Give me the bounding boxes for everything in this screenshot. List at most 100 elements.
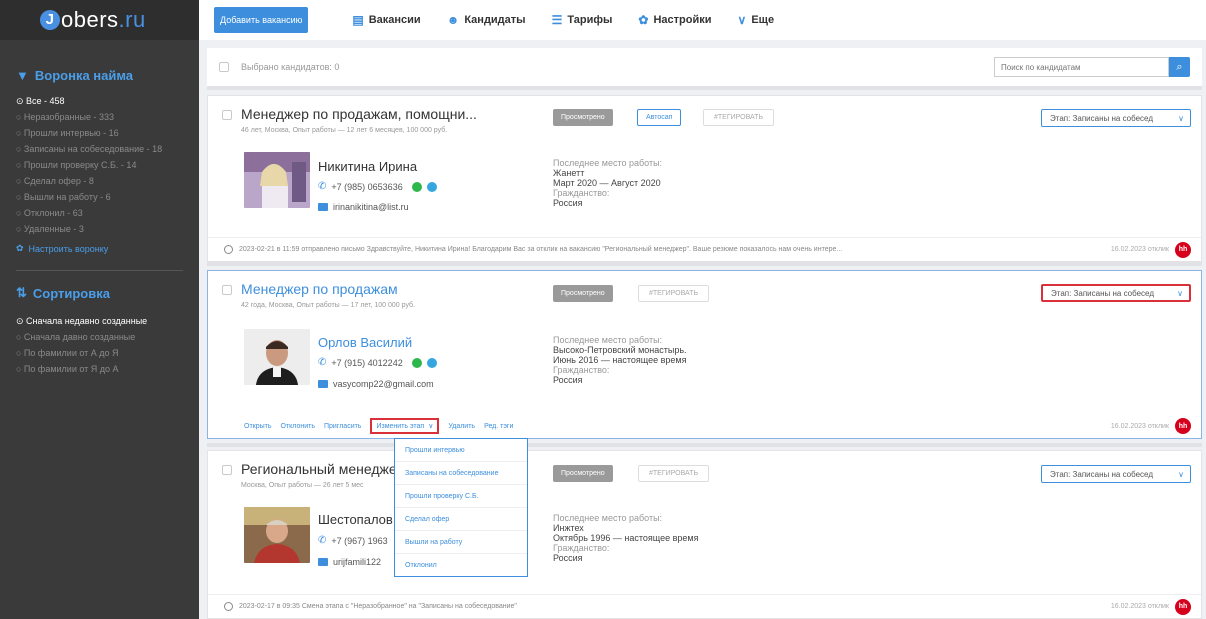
stage-option-scheduled[interactable]: Записаны на собеседование <box>395 462 527 485</box>
stage-option-rejected[interactable]: Отклонил <box>395 554 527 577</box>
chevron-down-icon: ∨ <box>737 13 747 27</box>
vacancy-title[interactable]: Менеджер по продажам, помощни... <box>241 106 477 122</box>
candidate-checkbox[interactable] <box>222 110 232 120</box>
sort-item-oldest[interactable]: ○ Сначала давно созданные <box>16 329 183 345</box>
funnel-item-hired[interactable]: ○ Вышли на работу - 6 <box>16 189 183 205</box>
tag-button[interactable]: #ТЕГИРОВАТЬ <box>638 285 710 302</box>
candidate-name[interactable]: Никитина Ирина <box>318 159 417 174</box>
funnel-item-deleted[interactable]: ○ Удаленные - 3 <box>16 221 183 237</box>
whatsapp-icon[interactable] <box>411 181 422 192</box>
add-vacancy-button[interactable]: Добавить вакансию <box>214 7 309 33</box>
stage-select-value: Этап: Записаны на собесед <box>1050 113 1153 123</box>
stage-option-hired[interactable]: Вышли на работу <box>395 531 527 554</box>
last-event: 2023-02-17 в 09:35 Смена этапа с "Неразо… <box>239 603 517 610</box>
phone-value: +7 (985) 0653636 <box>331 181 403 192</box>
funnel-item-interview[interactable]: ○ Прошли интервью - 16 <box>16 125 183 141</box>
last-work: Последнее место работы: Жанетт Март 2020… <box>553 158 662 208</box>
setup-funnel-label: Настроить воронку <box>28 243 109 254</box>
search-input[interactable] <box>994 57 1169 77</box>
funnel-item-security[interactable]: ○ Прошли проверку С.Б. - 14 <box>16 157 183 173</box>
funnel-item-scheduled[interactable]: ○ Записаны на собеседование - 18 <box>16 141 183 157</box>
sort-item-newest[interactable]: ⊙ Сначала недавно созданные <box>16 313 183 329</box>
hh-icon[interactable]: hh <box>1175 598 1191 615</box>
stage-option-offer[interactable]: Сделал офер <box>395 508 527 531</box>
work-period: Июнь 2016 — настоящее время <box>553 355 687 365</box>
candidate-name[interactable]: Орлов Василий <box>318 335 412 350</box>
sort-item-az[interactable]: ○ По фамилии от А до Я <box>16 345 183 361</box>
sort-list: ⊙ Сначала недавно созданные ○ Сначала да… <box>16 313 183 377</box>
sort-item-za[interactable]: ○ По фамилии от Я до А <box>16 361 183 377</box>
email-value[interactable]: irinanikitina@list.ru <box>333 202 409 212</box>
setup-funnel-link[interactable]: ✿ Настроить воронку <box>16 243 183 254</box>
funnel-item-rejected[interactable]: ○ Отклонил - 63 <box>16 205 183 221</box>
tag-button[interactable]: #ТЕГИРОВАТЬ <box>703 109 775 126</box>
candidate-phone: ✆ +7 (985) 0653636 <box>318 181 437 192</box>
candidate-checkbox[interactable] <box>222 285 232 295</box>
sort-icon: ⇅ <box>16 285 27 300</box>
citizen-value: Россия <box>553 553 583 563</box>
nav-more-label: Еще <box>751 14 775 26</box>
nav-tariffs[interactable]: ☰ Тарифы <box>552 13 613 27</box>
stage-option-interview[interactable]: Прошли интервью <box>395 439 527 462</box>
nav-candidates[interactable]: ☻ Кандидаты <box>447 13 526 27</box>
candidate-summary: 42 года, Москва, Опыт работы — 17 лет, 1… <box>241 302 415 309</box>
funnel-item-offer[interactable]: ○ Сделал офер - 8 <box>16 173 183 189</box>
hh-icon[interactable]: hh <box>1175 241 1191 258</box>
citizen-label: Гражданство: <box>553 365 610 375</box>
reject-link[interactable]: Отклонить <box>281 423 315 430</box>
email-value[interactable]: vasycomp22@gmail.com <box>333 379 434 389</box>
candidate-name[interactable]: Шестопалов <box>318 512 393 527</box>
chevron-down-icon: ∨ <box>1178 469 1184 479</box>
candidate-email: vasycomp22@gmail.com <box>318 379 434 389</box>
logo-mark: J <box>40 10 60 30</box>
topbar: Добавить вакансию ▤ Вакансии ☻ Кандидаты ☰… <box>199 0 1206 40</box>
delete-link[interactable]: Удалить <box>448 423 475 430</box>
stage-select[interactable]: Этап: Записаны на собесед ∨ <box>1041 465 1191 483</box>
vacancy-title[interactable]: Менеджер по продажам <box>241 281 398 297</box>
email-value[interactable]: urijfamili122 <box>333 557 381 567</box>
candidate-card: Региональный менеджер Москва, Опыт работ… <box>207 450 1202 619</box>
card-footer: 2023-02-21 в 11:59 отправлено письмо Здр… <box>208 237 1201 261</box>
edit-tags-link[interactable]: Ред. тэги <box>484 423 513 430</box>
citizen-label: Гражданство: <box>553 188 610 198</box>
nav-vacancies[interactable]: ▤ Вакансии <box>352 13 420 27</box>
stack-icon: ☰ <box>551 13 563 27</box>
logo-tld: .ru <box>118 7 146 32</box>
logo[interactable]: Jobers .ru <box>0 0 199 40</box>
sidebar-divider <box>16 270 183 271</box>
response-date: 16.02.2023 отклик hh <box>1111 418 1191 434</box>
candidate-checkbox[interactable] <box>222 465 232 475</box>
hh-icon[interactable]: hh <box>1175 418 1191 434</box>
open-link[interactable]: Открыть <box>244 423 272 430</box>
work-label: Последнее место работы: <box>553 158 663 168</box>
telegram-icon[interactable] <box>426 181 437 192</box>
select-all-checkbox[interactable] <box>219 62 229 72</box>
invite-link[interactable]: Пригласить <box>324 423 361 430</box>
viewed-badge: Просмотрено <box>553 285 613 302</box>
stage-select-value: Этап: Записаны на собесед <box>1051 288 1154 298</box>
candidate-photo <box>244 329 310 385</box>
change-stage-button[interactable]: Изменить этап ∨ <box>370 418 440 434</box>
work-period: Март 2020 — Август 2020 <box>553 178 661 188</box>
funnel-item-all[interactable]: ⊙ Все - 458 <box>16 93 183 109</box>
work-company: Инжтех <box>553 523 584 533</box>
viewed-badge: Просмотрено <box>553 109 613 126</box>
photo-image <box>244 152 310 208</box>
users-icon: ☻ <box>446 13 460 27</box>
candidate-phone: ✆ +7 (967) 1963 <box>318 535 388 546</box>
candidates-toolbar: Выбрано кандидатов: 0 ⌕ <box>207 48 1202 86</box>
whatsapp-icon[interactable] <box>411 357 422 368</box>
telegram-icon[interactable] <box>426 357 437 368</box>
search-button[interactable]: ⌕ <box>1169 57 1190 77</box>
clock-icon <box>224 602 233 611</box>
nav-more[interactable]: ∨ Еще <box>738 13 775 27</box>
tag-button[interactable]: #ТЕГИРОВАТЬ <box>638 465 710 482</box>
phone-icon: ✆ <box>318 181 327 192</box>
stage-option-security[interactable]: Прошли проверку С.Б. <box>395 485 527 508</box>
stage-select[interactable]: Этап: Записаны на собесед ∨ <box>1041 109 1191 127</box>
stage-select[interactable]: Этап: Записаны на собесед ∨ <box>1041 284 1191 302</box>
nav-settings[interactable]: ✿ Настройки <box>638 13 711 27</box>
phone-value: +7 (967) 1963 <box>331 535 388 546</box>
vacancy-title[interactable]: Региональный менеджер <box>241 461 404 477</box>
funnel-item-unsorted[interactable]: ○ Неразобранные - 333 <box>16 109 183 125</box>
